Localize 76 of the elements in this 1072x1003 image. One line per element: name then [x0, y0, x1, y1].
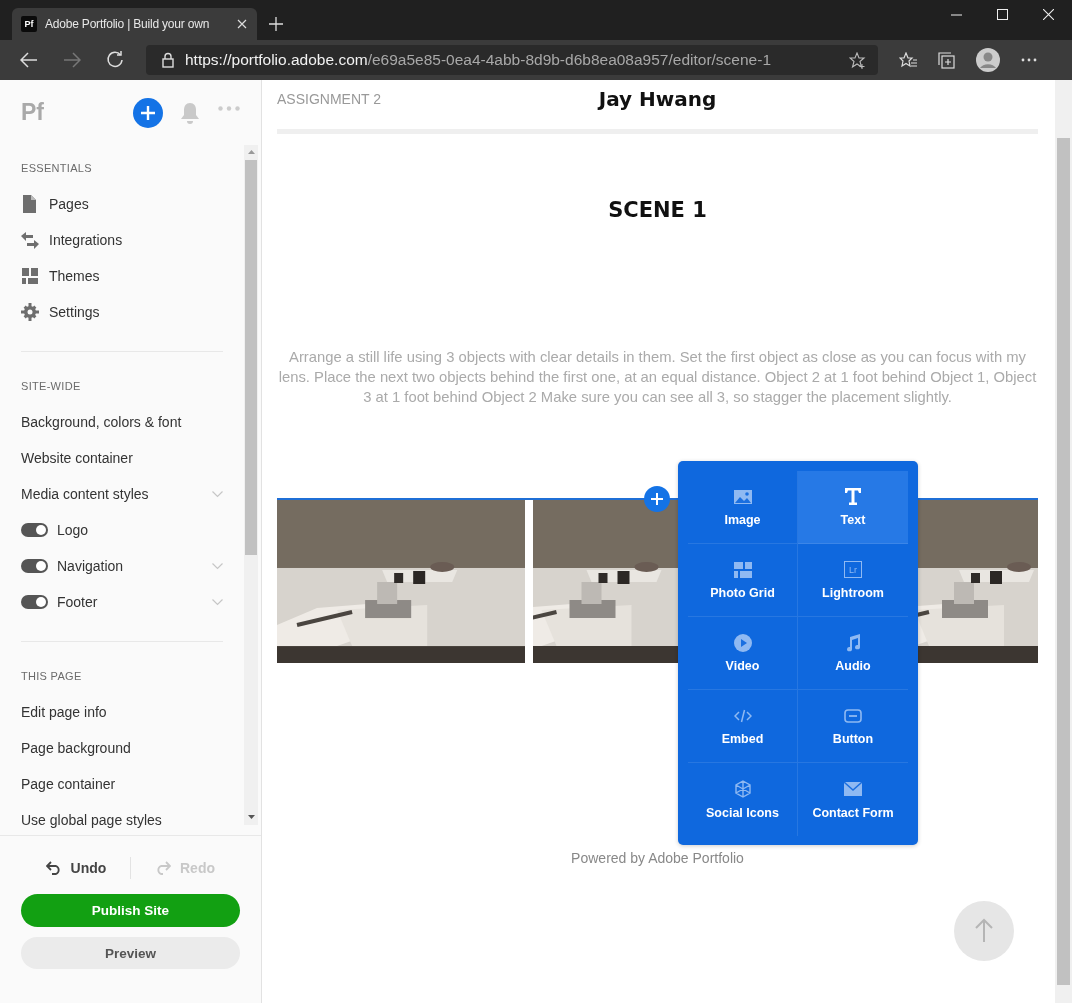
toggle-switch[interactable] [21, 595, 48, 609]
scroll-down-icon[interactable] [247, 815, 255, 819]
sidebar-item[interactable]: Footer [57, 593, 212, 611]
sidebar-item[interactable]: Page background [21, 739, 223, 757]
url-host: https://portfolio.adobe.com [185, 51, 368, 68]
sidebar-item[interactable]: Navigation [57, 557, 212, 575]
grid-icon [733, 561, 752, 578]
sidebar-item[interactable]: Integrations [49, 231, 223, 249]
scrollbar[interactable] [244, 145, 258, 825]
menu-item[interactable]: Embed [688, 690, 798, 763]
sidebar-item[interactable]: Use global page styles [21, 811, 223, 829]
menu-item[interactable]: Photo Grid [688, 544, 798, 617]
tab-title: Adobe Portfolio | Build your own [45, 17, 211, 31]
collections-icon[interactable] [938, 51, 955, 69]
redo-icon [155, 861, 171, 875]
sidebar-item[interactable]: Media content styles [21, 485, 212, 503]
code-icon [733, 708, 752, 723]
sidebar-item[interactable]: Pages [49, 195, 223, 213]
sidebar-item[interactable]: Themes [49, 267, 223, 285]
star-icon[interactable] [849, 51, 866, 69]
sidebar-item[interactable]: Edit page info [21, 703, 223, 721]
plus-icon[interactable] [269, 17, 283, 31]
site-title[interactable]: Jay Hwang [598, 87, 717, 111]
sidebar-item[interactable]: Settings [49, 303, 223, 321]
menu-item[interactable]: Video [688, 617, 798, 690]
section-heading: THIS PAGE [21, 670, 82, 682]
menu-item[interactable]: Text [798, 471, 908, 544]
settings-icon [21, 303, 39, 321]
undo-icon [45, 861, 62, 875]
text-icon [845, 488, 861, 505]
integrations-icon [21, 231, 39, 249]
image-icon [733, 489, 752, 504]
themes-icon [21, 267, 39, 285]
footer-text: Powered by Adobe Portfolio [570, 849, 745, 867]
app-icon: Pf [21, 16, 37, 32]
menu-item[interactable]: Button [798, 690, 908, 763]
lightroom-icon: Lr [844, 561, 862, 578]
favorites-icon[interactable] [899, 51, 917, 69]
refresh-icon[interactable] [106, 51, 124, 69]
envelope-icon [844, 782, 862, 796]
sidebar-item[interactable]: Logo [57, 521, 223, 539]
url-path: /e69a5e85-0ea4-4abb-8d9b-d6b8ea08a957/editor/scene-1 [367, 51, 771, 68]
preview-button[interactable]: Preview [21, 937, 240, 969]
scrollbar[interactable] [1055, 80, 1072, 1003]
toggle-switch[interactable] [21, 523, 48, 537]
play-icon [733, 633, 752, 652]
section-heading: ESSENTIALS [21, 162, 92, 174]
menu-item[interactable]: Contact Form [798, 763, 908, 836]
close-icon[interactable] [1043, 9, 1054, 20]
browser-tab[interactable]: Pf Adobe Portfolio | Build your own [12, 8, 257, 40]
maximize-icon[interactable] [997, 9, 1008, 20]
menu-item[interactable]: Lr Lightroom [798, 544, 908, 617]
back-icon[interactable] [20, 52, 38, 68]
music-note-icon [845, 633, 861, 652]
address-bar[interactable]: https://portfolio.adobe.com/e69a5e85-0ea4-4abb-8d9b-d6b8ea08a957/editor/scene-1 [146, 45, 878, 75]
lock-icon [162, 52, 174, 68]
scrollbar-thumb[interactable] [245, 160, 257, 555]
undo-button[interactable]: Undo [28, 858, 124, 878]
scrollbar-thumb[interactable] [1057, 138, 1070, 985]
profile-icon[interactable] [976, 48, 1000, 72]
menu-item[interactable]: Social Icons [688, 763, 798, 836]
add-button[interactable] [133, 97, 163, 128]
pages-icon [21, 195, 39, 213]
button-icon [844, 708, 862, 723]
page-title: SCENE 1 [607, 197, 708, 224]
close-icon[interactable] [237, 19, 247, 29]
sidebar-item[interactable]: Website container [21, 449, 223, 467]
sidebar-item[interactable]: Background, colors & font [21, 413, 223, 431]
insert-button[interactable] [644, 486, 670, 512]
description-text: Arrange a still life using 3 objects with clear details in them. Set the first object as close as you can focus with my lens. Place the next two objects behind the first one, at an equal distance. Object 2 at 1 foot behind Object 1, Object 3 at 1 foot behind Object 2 Make sure you can see all 3, so stagger the placement slightly. [277, 348, 1038, 407]
cube-icon [734, 780, 751, 798]
section-heading: SITE-WIDE [21, 380, 81, 392]
sidebar-item[interactable]: Page container [21, 775, 223, 793]
more-icon[interactable] [1021, 58, 1037, 62]
toggle-switch[interactable] [21, 559, 48, 573]
menu-item[interactable]: Audio [798, 617, 908, 690]
